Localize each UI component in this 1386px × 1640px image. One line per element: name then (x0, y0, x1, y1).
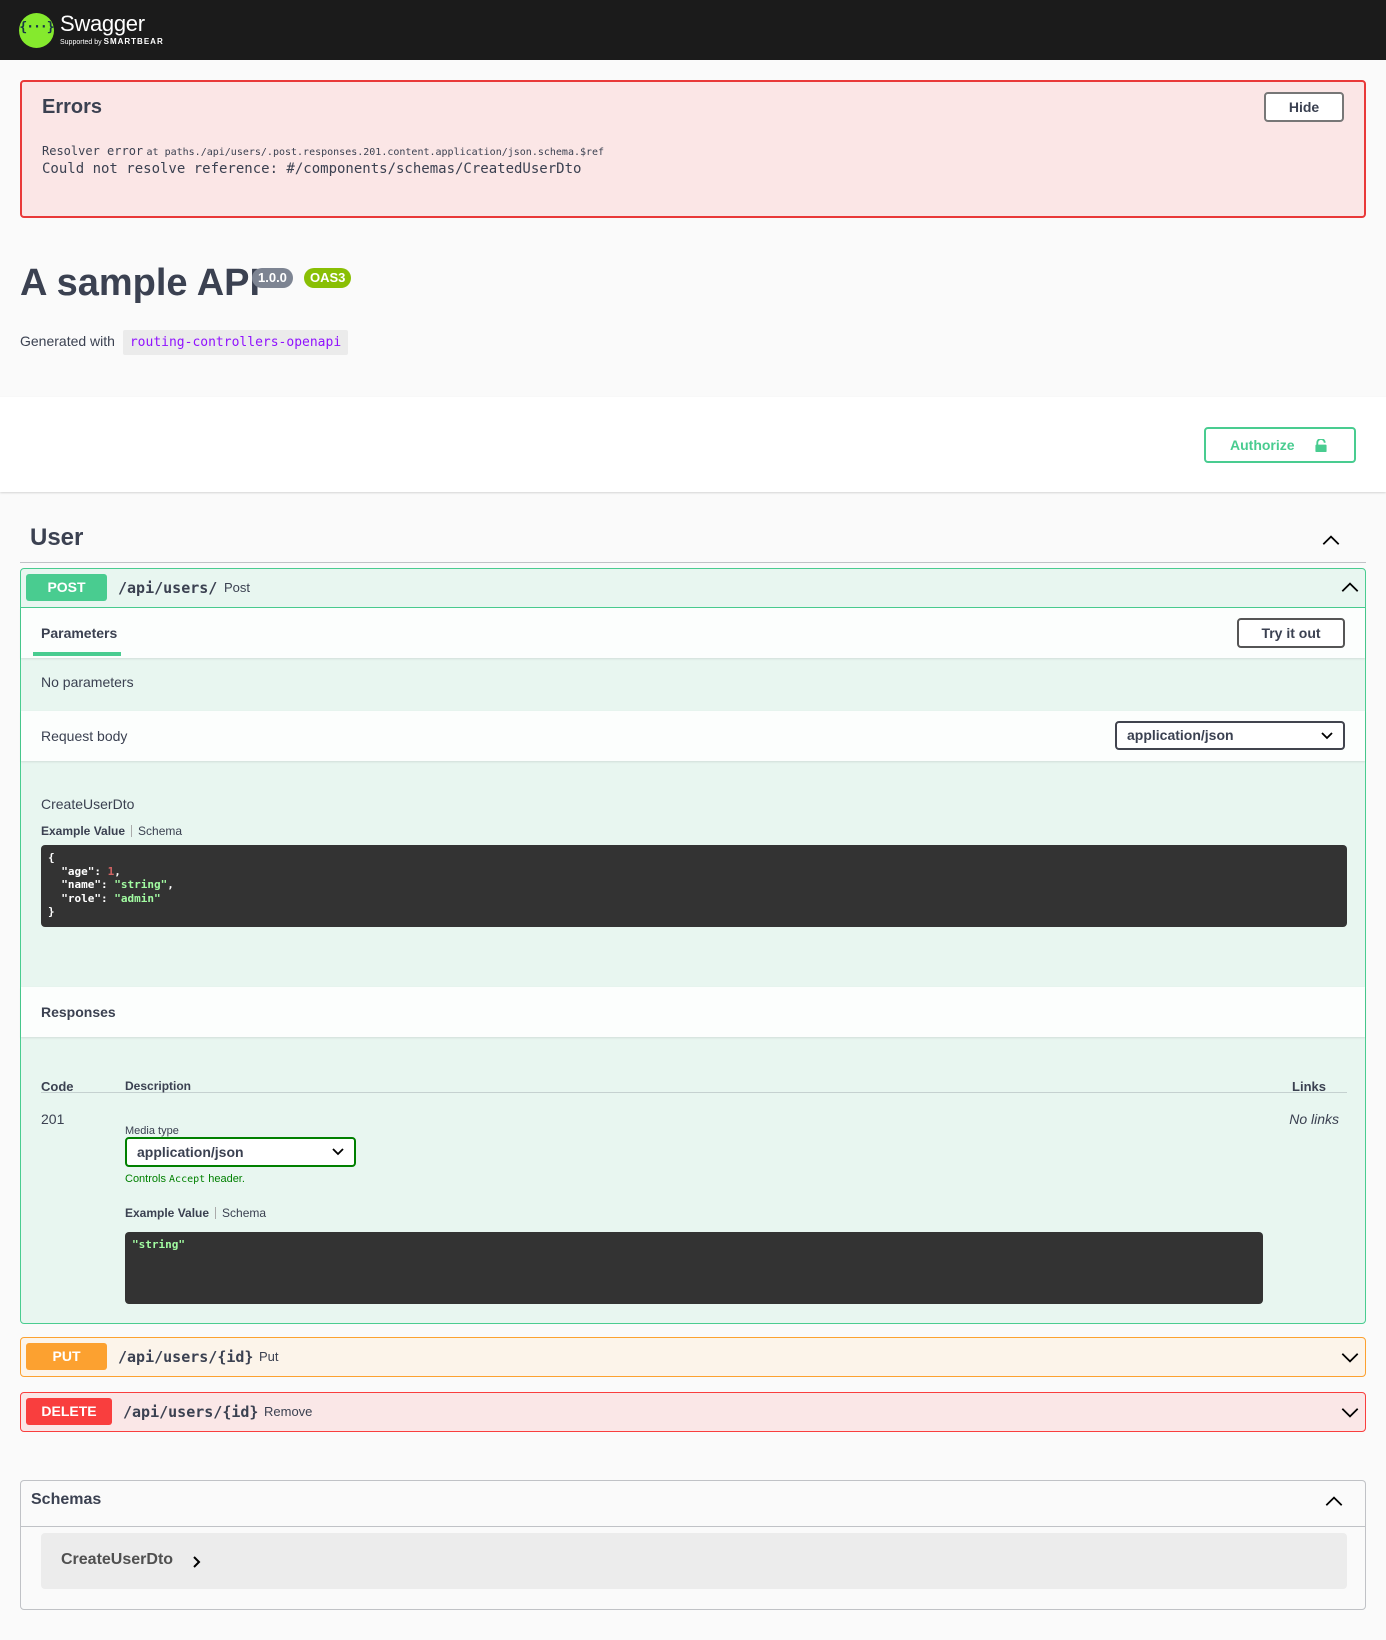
tab-underline (33, 652, 121, 656)
op-summary: Post (224, 580, 251, 595)
scheme-container: Authorize (0, 397, 1386, 492)
opblock-delete[interactable]: DELETE /api/users/{id} Remove (20, 1392, 1366, 1432)
op-path: /api/users/ (118, 579, 218, 597)
tag-section-user[interactable]: User (20, 518, 1366, 563)
opblock-summary-post[interactable]: POST /api/users/ Post (21, 569, 1365, 607)
op-summary: Remove (264, 1404, 313, 1419)
method-badge-post: POST (26, 574, 107, 601)
tab-schema[interactable]: Schema (222, 1206, 266, 1220)
chevron-up-icon[interactable] (1339, 577, 1361, 599)
chevron-up-icon[interactable] (1320, 530, 1342, 552)
schemas-section: Schemas CreateUserDto (20, 1480, 1366, 1610)
request-model-name: CreateUserDto (41, 796, 135, 812)
swagger-logo-icon: {···} (19, 12, 55, 48)
topbar: {···} Swagger Supported by SMARTBEAR (0, 0, 1386, 60)
schemas-title[interactable]: Schemas (31, 1491, 101, 1509)
op-path: /api/users/{id} (118, 1348, 254, 1366)
hide-errors-button[interactable]: Hide (1264, 92, 1344, 122)
chevron-down-icon (1321, 732, 1333, 740)
opblock-summary-put[interactable]: PUT /api/users/{id} Put (21, 1338, 1365, 1376)
api-title: A sample API (20, 262, 261, 304)
opblock-post: POST /api/users/ Post Parameters Try it … (20, 568, 1366, 1324)
version-badge: 1.0.0 (252, 268, 293, 288)
errors-title: Errors (42, 96, 103, 118)
chevron-right-icon[interactable] (191, 1555, 203, 1569)
tab-parameters[interactable]: Parameters (41, 625, 117, 641)
chevron-down-icon (332, 1148, 344, 1156)
tab-example-value[interactable]: Example Value (125, 1206, 209, 1220)
tab-schema[interactable]: Schema (138, 824, 182, 838)
error-location: Resolver error at paths./api/users/.post… (42, 144, 605, 158)
lock-icon (1315, 439, 1327, 452)
content-type-select[interactable]: application/json (1115, 721, 1345, 750)
oas-badge: OAS3 (304, 268, 352, 288)
model-title: CreateUserDto (61, 1551, 174, 1568)
opblock-put[interactable]: PUT /api/users/{id} Put (20, 1337, 1366, 1377)
response-code: 201 (41, 1111, 65, 1127)
request-example-code: { "age": 1, "name": "string", "role": "a… (41, 845, 1347, 927)
no-links-text: No links (1289, 1111, 1339, 1127)
method-badge-put: PUT (26, 1343, 107, 1370)
example-tabs: Example Value Schema (41, 824, 182, 838)
tag-title: User (30, 524, 84, 551)
chevron-up-icon[interactable] (1323, 1491, 1345, 1513)
swagger-logo[interactable]: {···} Swagger Supported by SMARTBEAR (19, 10, 164, 50)
api-description: Generated with routing-controllers-opena… (20, 330, 349, 355)
parameters-header: Parameters Try it out (21, 608, 1365, 658)
op-summary: Put (259, 1349, 279, 1364)
op-path: /api/users/{id} (123, 1403, 259, 1421)
logo-name: Swagger (60, 11, 145, 36)
chevron-down-icon[interactable] (1339, 1346, 1361, 1368)
controls-accept-note: Controls Accept header. (125, 1173, 245, 1185)
try-it-out-button[interactable]: Try it out (1237, 618, 1345, 648)
response-example-code: "string" (125, 1232, 1263, 1304)
request-body-header: Request body application/json (21, 711, 1365, 761)
divider (21, 1526, 1365, 1527)
col-description: Description (125, 1079, 192, 1093)
responses-label: Responses (41, 1004, 116, 1020)
opblock-summary-delete[interactable]: DELETE /api/users/{id} Remove (21, 1393, 1365, 1431)
errors-panel: Errors Hide Resolver error at paths./api… (20, 80, 1366, 218)
no-parameters-text: No parameters (41, 674, 134, 690)
authorize-button[interactable]: Authorize (1204, 427, 1356, 463)
chevron-down-icon[interactable] (1339, 1401, 1361, 1423)
request-body-label: Request body (41, 728, 128, 744)
error-message: Could not resolve reference: #/component… (42, 161, 582, 177)
media-type-label: Media type (125, 1125, 179, 1137)
method-badge-delete: DELETE (26, 1398, 112, 1425)
media-type-select[interactable]: application/json (125, 1137, 356, 1167)
tab-example-value[interactable]: Example Value (41, 824, 125, 838)
responses-header: Responses (21, 987, 1365, 1037)
model-container[interactable]: CreateUserDto (41, 1533, 1347, 1589)
description-code: routing-controllers-openapi (122, 330, 349, 355)
logo-sub: Supported by SMARTBEAR (60, 37, 164, 46)
response-example-tabs: Example Value Schema (125, 1206, 266, 1220)
table-divider (41, 1092, 1347, 1093)
